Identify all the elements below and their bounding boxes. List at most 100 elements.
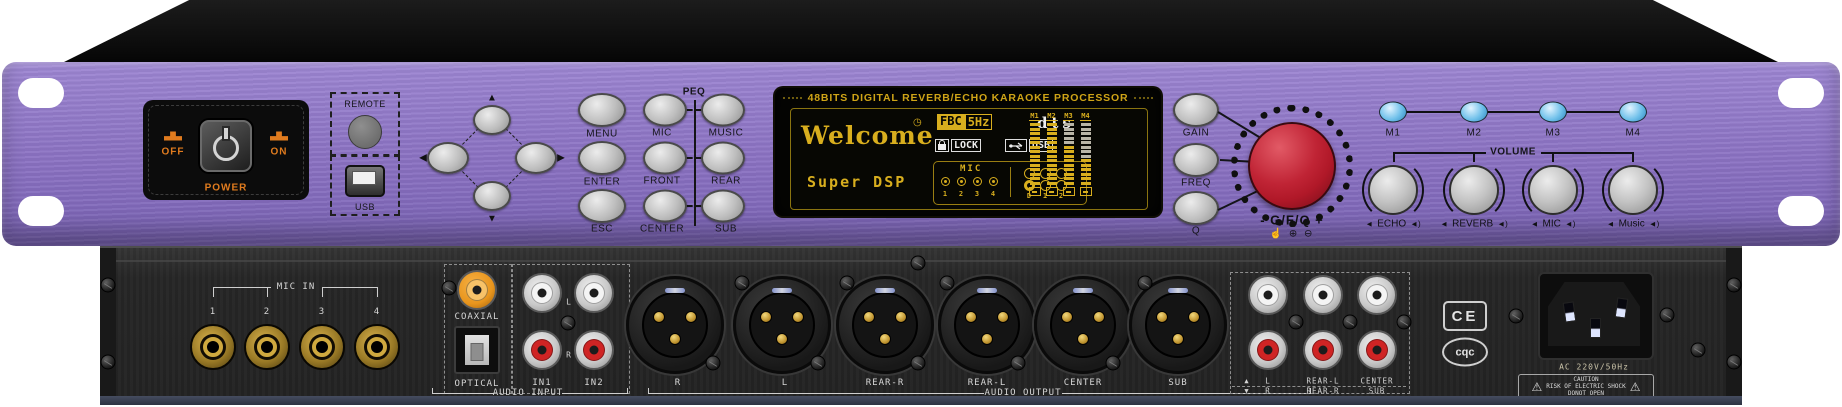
screw [1727, 278, 1742, 293]
reverb-volume-knob[interactable] [1449, 165, 1499, 215]
enter-button[interactable] [578, 141, 626, 175]
echo-knob-label: ◄ ECHO ◄) [1365, 219, 1420, 230]
up-arrow-mark: ▲ [1244, 377, 1249, 385]
speaker-loud-icon: ◄) [1565, 220, 1576, 229]
usb-port[interactable] [345, 165, 385, 197]
on-arrow-icon [270, 132, 288, 141]
mic-in-jack-1 [190, 324, 236, 370]
mic-in-tick [213, 287, 214, 297]
speaker-icon: ◄ [1365, 220, 1373, 229]
freq-button[interactable] [1173, 143, 1219, 177]
meter-m1: M1 [1029, 112, 1040, 196]
right-arrow-icon: ▶ [557, 153, 565, 164]
menu-button[interactable] [578, 93, 626, 127]
screw [840, 276, 855, 291]
mic-in-2-label: 2 [264, 307, 270, 317]
screw [811, 356, 826, 371]
screw [1397, 315, 1412, 330]
mic-jack-dot [941, 177, 950, 186]
menu-label: MENU [586, 129, 617, 140]
peq-mic-button[interactable] [643, 94, 687, 127]
peq-music-button[interactable] [701, 94, 745, 127]
screw [911, 256, 926, 271]
ce-mark: CE [1443, 301, 1487, 331]
peq-mic-label: MIC [652, 128, 672, 139]
down-arrow-icon: ▼ [487, 214, 497, 225]
m2-led-button[interactable] [1460, 102, 1488, 123]
mic-in-3-label: 3 [319, 307, 325, 317]
speaker-loud-icon: ◄) [1649, 220, 1660, 229]
gain-button[interactable] [1173, 93, 1219, 127]
cqc-mark: CQC [1442, 338, 1488, 367]
display-screen: Welcome ◷ Super DSP FBC 5Hz dts LOCK USB… [790, 108, 1148, 210]
peq-front-button[interactable] [643, 142, 687, 175]
mic-volume-knob[interactable] [1528, 165, 1578, 215]
led-link-line [1406, 111, 1461, 113]
remote-section: REMOTE [330, 92, 400, 156]
echo-volume-knob[interactable] [1368, 165, 1418, 215]
off-arrow-icon [164, 132, 182, 141]
rca-row2-rear-r: REAR-R [1306, 387, 1339, 396]
speaker-loud-icon: ◄) [1497, 220, 1508, 229]
m3-label: M3 [1546, 128, 1561, 139]
left-arrow-icon: ◀ [419, 153, 427, 164]
screw [1691, 343, 1706, 358]
led-link-line [1566, 111, 1620, 113]
mic-knob-label: ◄ MIC ◄) [1531, 219, 1576, 230]
mic-in-jack-4 [354, 324, 400, 370]
m4-label: M4 [1626, 128, 1641, 139]
peq-front-label: FRONT [644, 176, 681, 187]
caution-text: CAUTION RISK OF ELECTRIC SHOCK DONOT OPE… [1546, 376, 1625, 397]
nav-right-button[interactable] [515, 142, 557, 174]
rack-ear-hole [1778, 78, 1824, 108]
nav-left-button[interactable] [427, 142, 469, 174]
esc-button[interactable] [578, 189, 626, 223]
reverb-knob-label: ◄ REVERB ◄) [1440, 219, 1508, 230]
m1-led-button[interactable] [1379, 102, 1407, 123]
power-label: POWER [205, 183, 248, 194]
power-on-label: ON [271, 147, 288, 158]
xlr-center-label: CENTER [1064, 378, 1103, 388]
input-left-label: L [566, 298, 572, 307]
peq-music-label: MUSIC [709, 128, 744, 139]
lock-badge: LOCK [935, 139, 981, 152]
power-section: OFF ON POWER [143, 100, 309, 200]
peq-rear-button[interactable] [701, 142, 745, 175]
meter-m2: M2 [1046, 112, 1057, 196]
screw [735, 276, 750, 291]
mic-in-bracket [213, 287, 271, 288]
power-button[interactable] [200, 120, 252, 172]
rca-out-rear-l [1303, 275, 1343, 315]
rear-endcap [100, 248, 116, 398]
peq-center-label: CENTER [640, 224, 684, 235]
usb-label: USB [355, 202, 375, 212]
peq-center-button[interactable] [643, 190, 687, 223]
music-volume-knob[interactable] [1608, 165, 1658, 215]
q-button[interactable] [1173, 191, 1219, 225]
mic-in-1-label: 1 [210, 307, 216, 317]
speaker-loud-icon: ◄) [1410, 220, 1421, 229]
gfq-knob[interactable] [1248, 122, 1336, 210]
music-knob-label: ◄ Music ◄) [1607, 219, 1660, 230]
screw [911, 356, 926, 371]
nav-down-button[interactable] [473, 181, 511, 211]
in1-left-rca [522, 273, 562, 313]
coaxial-jack [457, 270, 497, 310]
rca-row1-center: CENTER [1360, 377, 1393, 386]
m3-led-button[interactable] [1539, 102, 1567, 123]
peq-sub-button[interactable] [701, 190, 745, 223]
rack-ear-hole [1778, 196, 1824, 226]
peq-sub-label: SUB [715, 224, 737, 235]
mic-in-jack-2 [244, 324, 290, 370]
clock-icon: ◷ [913, 117, 922, 128]
usb-section: USB [330, 155, 400, 216]
mic-num: 3 [975, 190, 979, 198]
screw [101, 278, 116, 293]
nav-up-button[interactable] [473, 105, 511, 135]
rca-out-r [1248, 330, 1288, 370]
gfq-knob-label: - G/F/Q + [1260, 213, 1324, 228]
m4-led-button[interactable] [1619, 102, 1647, 123]
rca-out-sub [1357, 330, 1397, 370]
mic-in-bracket [322, 287, 378, 288]
hand-zoom-icons: ☝ ⊕ ⊖ [1270, 229, 1315, 240]
